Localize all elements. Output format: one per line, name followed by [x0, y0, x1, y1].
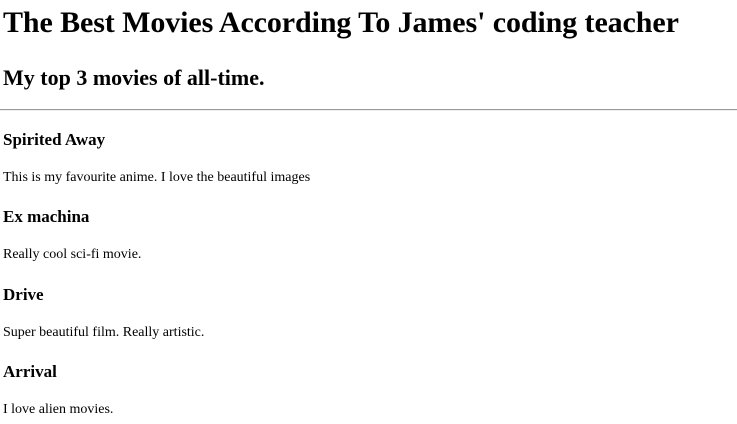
movie-description: This is my favourite anime. I love the b… [3, 170, 311, 185]
movie-description: Super beautiful film. Really artistic. [3, 325, 205, 340]
movie-description: I love alien movies. [3, 402, 114, 417]
movie-title: Arrival [3, 362, 57, 381]
movie-item: Spirited Away This is my favourite anime… [3, 130, 310, 187]
page-subtitle: My top 3 movies of all-time. [3, 65, 265, 90]
movie-item: Ex machina Really cool sci-fi movie. [3, 207, 141, 264]
movie-item: Arrival I love alien movies. [3, 362, 113, 419]
page-title: The Best Movies According To James' codi… [3, 6, 679, 39]
movie-item: Drive Super beautiful film. Really artis… [3, 285, 204, 342]
divider [0, 109, 737, 111]
movie-title: Drive [3, 285, 44, 304]
movie-description: Really cool sci-fi movie. [3, 247, 142, 262]
movie-title: Spirited Away [3, 130, 106, 149]
page-content: The Best Movies According To James' codi… [0, 5, 737, 417]
movie-title: Ex machina [3, 207, 90, 226]
